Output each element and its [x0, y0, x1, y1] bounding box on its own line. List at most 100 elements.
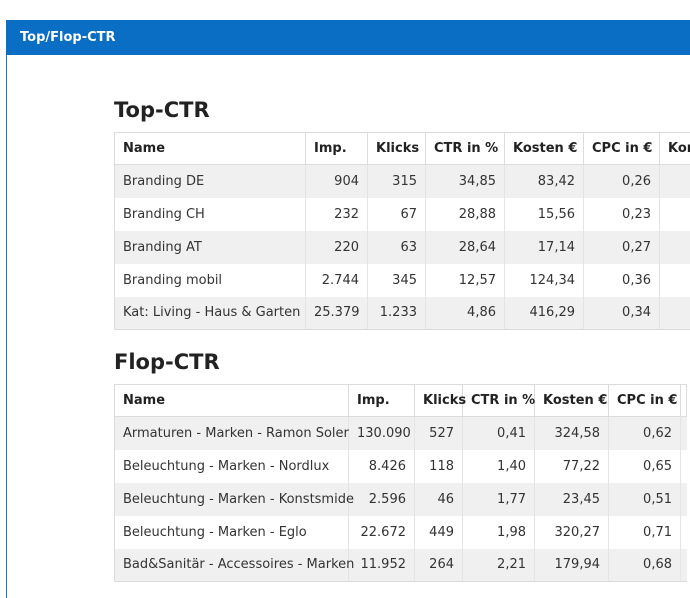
cell-name: Beleuchtung - Marken - Eglo [114, 515, 349, 549]
cell-imp: 11.952 [348, 548, 415, 582]
col-header-cpc[interactable]: CPC in € [608, 384, 681, 417]
table-row: Bad&Sanitär - Accessoires - Marken 11.95… [114, 548, 687, 582]
col-header-klicks[interactable]: Klicks [367, 132, 426, 165]
cell-ctr: 34,85 [425, 164, 505, 198]
cell-imp: 8.426 [348, 449, 415, 483]
cell-ctr: 4,86 [425, 296, 505, 330]
table-header-row: Name Imp. Klicks CTR in % Kosten € CPC i… [114, 384, 687, 417]
table-row: Branding CH 232 67 28,88 15,56 0,23 [114, 197, 690, 231]
col-header-klicks[interactable]: Klicks [414, 384, 466, 417]
table-header-row: Name Imp. Klicks CTR in % Kosten € CPC i… [114, 132, 690, 165]
cell-ctr: 28,64 [425, 230, 505, 264]
top-ctr-title: Top-CTR [114, 98, 210, 122]
cell-imp: 904 [305, 164, 368, 198]
cell-name: Kat: Living - Haus & Garten [114, 296, 306, 330]
cell-cpc: 0,34 [583, 296, 660, 330]
col-header-kon[interactable]: Kon [659, 132, 690, 165]
table-row: Beleuchtung - Marken - Eglo 22.672 449 1… [114, 515, 687, 549]
cell-klicks: 1.233 [367, 296, 426, 330]
cell-name: Branding CH [114, 197, 306, 231]
cell-imp: 130.090 [348, 416, 415, 450]
cell-cpc: 0,68 [608, 548, 681, 582]
table-row: Beleuchtung - Marken - Konstsmide 2.596 … [114, 482, 687, 516]
col-header-kosten[interactable]: Kosten € [504, 132, 584, 165]
cell-kosten: 320,27 [534, 515, 609, 549]
cell-more [680, 416, 687, 450]
cell-klicks: 67 [367, 197, 426, 231]
cell-ctr: 1,77 [462, 482, 535, 516]
cell-ctr: 1,40 [462, 449, 535, 483]
cell-ctr: 2,21 [462, 548, 535, 582]
table-row: Branding DE 904 315 34,85 83,42 0,26 [114, 164, 690, 198]
table-row: Beleuchtung - Marken - Nordlux 8.426 118… [114, 449, 687, 483]
cell-cpc: 0,23 [583, 197, 660, 231]
cell-imp: 2.596 [348, 482, 415, 516]
col-header-imp[interactable]: Imp. [348, 384, 415, 417]
cell-name: Branding mobil [114, 263, 306, 297]
cell-cpc: 0,51 [608, 482, 681, 516]
cell-cpc: 0,27 [583, 230, 660, 264]
cell-cpc: 0,26 [583, 164, 660, 198]
cell-name: Branding DE [114, 164, 306, 198]
cell-kon [659, 296, 690, 330]
cell-klicks: 315 [367, 164, 426, 198]
table-row: Branding mobil 2.744 345 12,57 124,34 0,… [114, 263, 690, 297]
cell-ctr: 28,88 [425, 197, 505, 231]
cell-cpc: 0,62 [608, 416, 681, 450]
cell-kon [659, 230, 690, 264]
col-header-kosten[interactable]: Kosten € [534, 384, 609, 417]
flop-ctr-table: Name Imp. Klicks CTR in % Kosten € CPC i… [114, 384, 687, 582]
panel-title: Top/Flop-CTR [6, 20, 690, 55]
col-header-cpc[interactable]: CPC in € [583, 132, 660, 165]
cell-klicks: 264 [414, 548, 463, 582]
cell-kon [659, 164, 690, 198]
cell-ctr: 0,41 [462, 416, 535, 450]
cell-kosten: 23,45 [534, 482, 609, 516]
col-header-name[interactable]: Name [114, 384, 349, 417]
cell-name: Bad&Sanitär - Accessoires - Marken [114, 548, 354, 582]
cell-imp: 2.744 [305, 263, 368, 297]
cell-imp: 220 [305, 230, 368, 264]
cell-imp: 22.672 [348, 515, 415, 549]
cell-klicks: 449 [414, 515, 463, 549]
col-header-ctr[interactable]: CTR in % [462, 384, 535, 417]
cell-kon [659, 197, 690, 231]
cell-name: Branding AT [114, 230, 306, 264]
cell-kosten: 77,22 [534, 449, 609, 483]
top-ctr-table: Name Imp. Klicks CTR in % Kosten € CPC i… [114, 132, 690, 330]
cell-more [680, 449, 687, 483]
col-header-more [680, 384, 687, 417]
table-row: Kat: Living - Haus & Garten 25.379 1.233… [114, 296, 690, 330]
cell-name: Armaturen - Marken - Ramon Soler [114, 416, 349, 450]
cell-ctr: 12,57 [425, 263, 505, 297]
cell-klicks: 46 [414, 482, 463, 516]
flop-ctr-title: Flop-CTR [114, 350, 220, 374]
cell-name: Beleuchtung - Marken - Konstsmide [114, 482, 354, 516]
cell-klicks: 118 [414, 449, 463, 483]
cell-cpc: 0,36 [583, 263, 660, 297]
cell-klicks: 527 [414, 416, 463, 450]
cell-kosten: 324,58 [534, 416, 609, 450]
col-header-ctr[interactable]: CTR in % [425, 132, 505, 165]
table-row: Branding AT 220 63 28,64 17,14 0,27 [114, 230, 690, 264]
table-row: Armaturen - Marken - Ramon Soler 130.090… [114, 416, 687, 450]
cell-kosten: 17,14 [504, 230, 584, 264]
cell-kosten: 15,56 [504, 197, 584, 231]
cell-kosten: 179,94 [534, 548, 609, 582]
cell-more [680, 548, 687, 582]
cell-name: Beleuchtung - Marken - Nordlux [114, 449, 349, 483]
cell-kosten: 83,42 [504, 164, 584, 198]
cell-cpc: 0,65 [608, 449, 681, 483]
cell-imp: 25.379 [305, 296, 368, 330]
col-header-name[interactable]: Name [114, 132, 306, 165]
cell-kosten: 416,29 [504, 296, 584, 330]
cell-klicks: 63 [367, 230, 426, 264]
cell-imp: 232 [305, 197, 368, 231]
cell-kon [659, 263, 690, 297]
cell-more [680, 482, 687, 516]
cell-cpc: 0,71 [608, 515, 681, 549]
col-header-imp[interactable]: Imp. [305, 132, 368, 165]
cell-kosten: 124,34 [504, 263, 584, 297]
cell-klicks: 345 [367, 263, 426, 297]
cell-more [680, 515, 687, 549]
